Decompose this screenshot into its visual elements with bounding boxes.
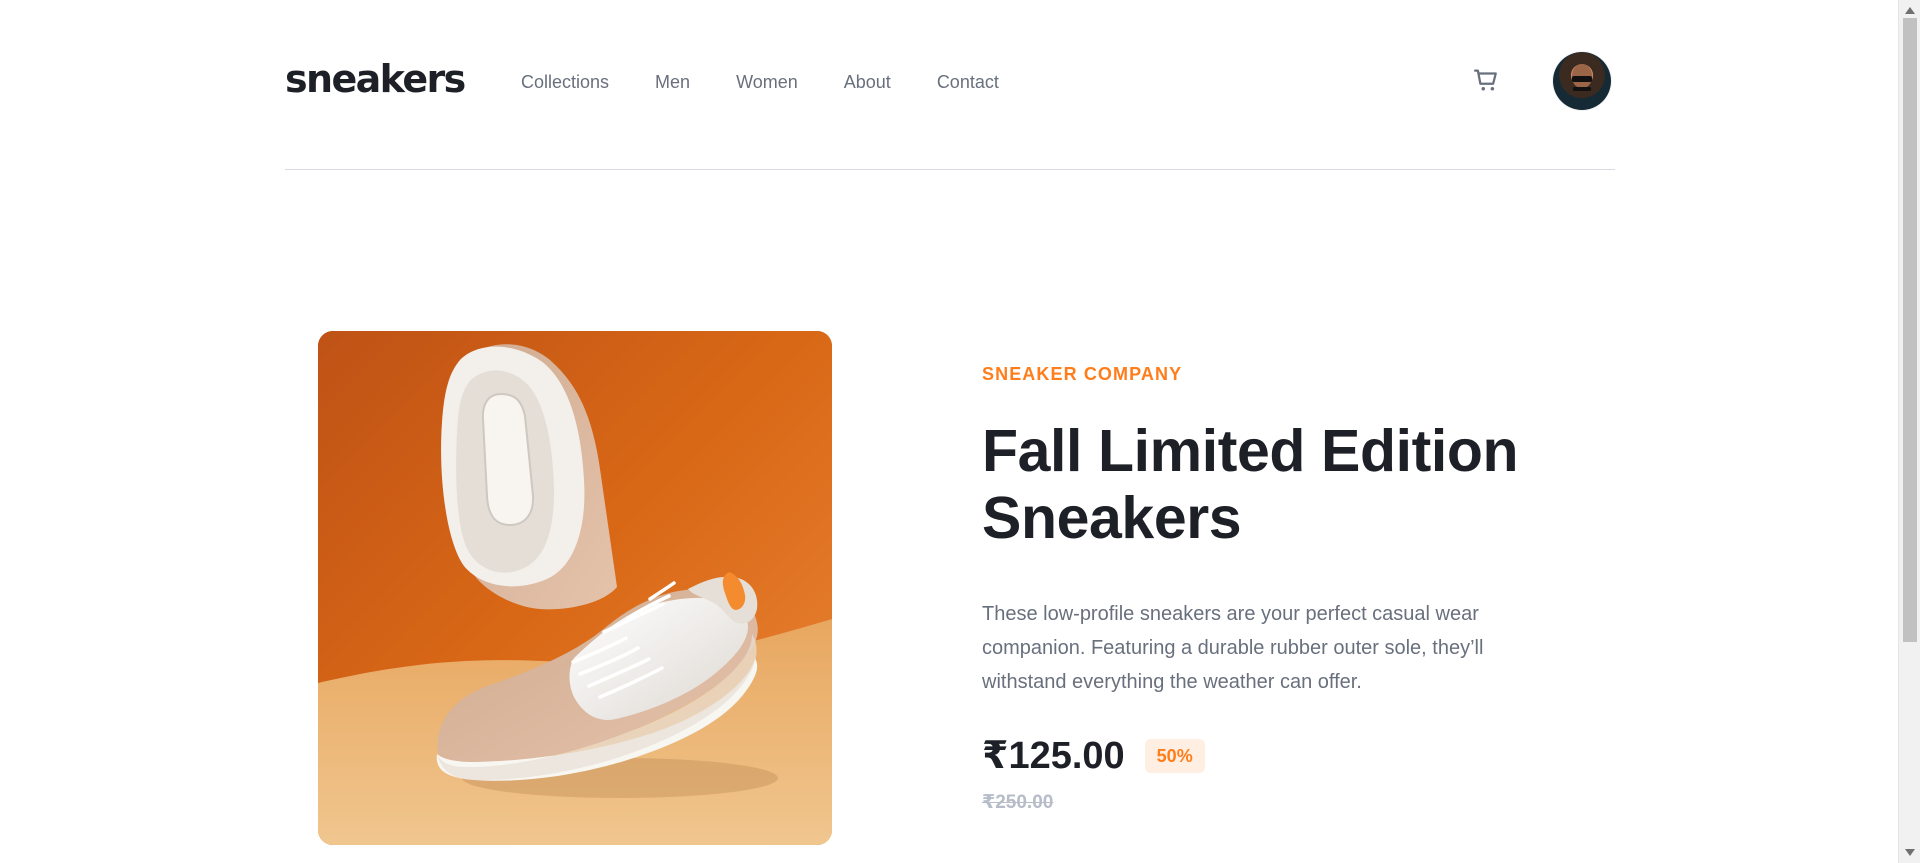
user-avatar[interactable] [1553,52,1611,110]
discount-badge: 50% [1144,738,1205,773]
company-label: SNEAKER COMPANY [982,364,1183,384]
brand-logo[interactable]: sneakers [285,60,466,98]
vertical-scrollbar[interactable] [1898,0,1920,863]
product-gallery[interactable] [318,331,832,845]
price-row: ₹125.00 50% [982,737,1572,775]
original-price: ₹250.00 [982,791,1054,813]
sneaker-product-image[interactable] [318,331,832,845]
nav-item-about[interactable]: About [844,73,891,91]
product-description: These low-profile sneakers are your perf… [982,597,1542,699]
site-header: sneakers Collections Men Women About Con… [285,40,1615,170]
product-title-line-2: Sneakers [982,485,1242,552]
scroll-up-arrow-icon[interactable] [1905,7,1915,14]
main-navigation: Collections Men Women About Contact [521,73,999,91]
scroll-down-arrow-icon[interactable] [1905,849,1915,856]
cart-icon [1474,69,1497,91]
nav-item-men[interactable]: Men [655,73,690,91]
product-title: Fall Limited Edition Sneakers [982,418,1572,553]
product-details: SNEAKER COMPANY Fall Limited Edition Sne… [982,365,1572,812]
cart-button[interactable] [1471,64,1503,96]
nav-item-collections[interactable]: Collections [521,73,609,91]
description-line-3: withstand everything the weather can off… [982,670,1362,693]
nav-item-contact[interactable]: Contact [937,73,999,91]
scrollbar-thumb[interactable] [1903,18,1917,642]
product-title-line-1: Fall Limited Edition [982,418,1519,484]
current-price: ₹125.00 [982,734,1125,777]
description-line-1: These low-profile sneakers are your perf… [982,602,1479,625]
nav-item-women[interactable]: Women [736,73,798,91]
description-line-2: companion. Featuring a durable rubber ou… [982,636,1484,659]
